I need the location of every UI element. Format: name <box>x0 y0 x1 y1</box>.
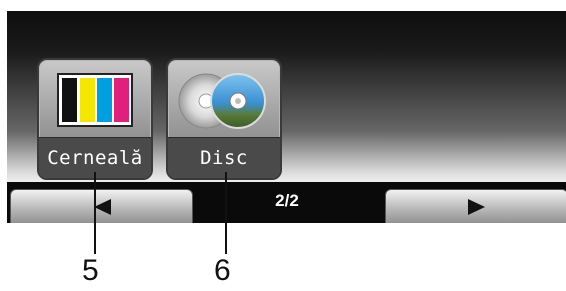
callout-number-6: 6 <box>214 254 231 287</box>
disc-icon <box>168 66 280 134</box>
touchscreen-display: Cerneală Disc 2/2 <box>7 11 566 223</box>
callout-line-5 <box>94 172 96 254</box>
previous-page-button[interactable] <box>10 189 193 223</box>
callout-number-5: 5 <box>82 254 99 287</box>
page-indicator: 2/2 <box>275 191 299 210</box>
disc-button[interactable]: Disc <box>166 58 282 180</box>
right-arrow-icon <box>467 199 485 215</box>
page-navigation-bar: 2/2 <box>7 182 566 223</box>
next-page-button[interactable] <box>385 189 566 223</box>
ink-button[interactable]: Cerneală <box>37 58 153 180</box>
callout-line-6 <box>225 172 227 254</box>
disc-button-label: Disc <box>168 137 280 178</box>
ink-cartridges-icon <box>39 66 151 134</box>
